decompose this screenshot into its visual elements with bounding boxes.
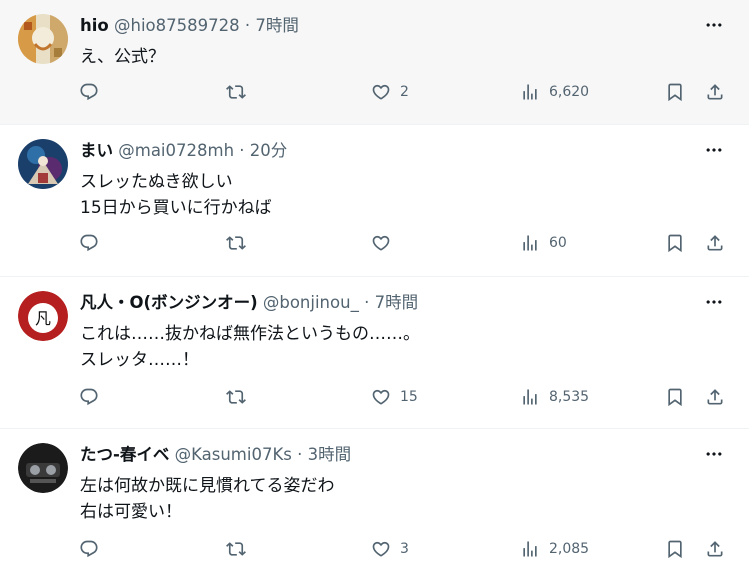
share-icon (705, 387, 725, 407)
action-bar: 60 (0, 233, 749, 263)
tweet-text: スレッたぬき欲しい 15日から買いに行かねば (80, 172, 272, 218)
reply-button[interactable] (79, 387, 99, 407)
user-handle[interactable]: @hio87589728 (114, 16, 240, 35)
tweet-header: まい @mai0728mh · 20分 (80, 140, 287, 162)
avatar[interactable] (18, 14, 68, 64)
display-name[interactable]: まい (80, 141, 113, 160)
like-icon (371, 82, 391, 102)
views-button[interactable]: 6,620 (520, 82, 589, 102)
share-icon (705, 233, 725, 253)
bookmark-button[interactable] (665, 539, 685, 559)
like-icon (371, 539, 391, 559)
bookmark-button[interactable] (665, 233, 685, 253)
share-icon (705, 82, 725, 102)
avatar-glyph: 凡 (35, 309, 51, 328)
separator-dot: · (244, 16, 251, 35)
retweet-button[interactable] (226, 387, 246, 407)
tweet-header: 凡人・O(ボンジンオー) @bonjinou_ · 7時間 (80, 292, 418, 314)
timestamp[interactable]: 20分 (250, 141, 288, 160)
like-button[interactable]: 3 (371, 539, 409, 559)
share-button[interactable] (705, 82, 725, 102)
bookmark-icon (665, 233, 685, 253)
display-name[interactable]: hio (80, 16, 109, 35)
tweet-text: え、公式？ (80, 47, 165, 67)
user-handle[interactable]: @Kasumi07Ks (175, 445, 292, 464)
more-icon[interactable] (701, 289, 727, 315)
view-count: 8,535 (549, 389, 590, 405)
retweet-button[interactable] (226, 539, 246, 559)
view-count: 60 (549, 235, 567, 251)
like-button[interactable]: 15 (371, 387, 418, 407)
reply-icon (79, 539, 99, 559)
views-button[interactable]: 60 (520, 233, 567, 253)
tweet-text: 左は何故か既に見慣れてる姿だわ 右は可愛い！ (80, 476, 335, 522)
reply-button[interactable] (79, 539, 99, 559)
views-icon (520, 387, 540, 407)
like-button[interactable] (371, 233, 400, 253)
tweet[interactable]: hio @hio87589728 · 7時間 え、公式？ 2 6,620 (0, 0, 749, 125)
separator-dot: · (364, 293, 370, 312)
like-button[interactable]: 2 (371, 82, 409, 102)
reply-icon (79, 82, 99, 102)
bookmark-button[interactable] (665, 82, 685, 102)
views-button[interactable]: 8,535 (520, 387, 589, 407)
bookmark-button[interactable] (665, 387, 685, 407)
more-icon[interactable] (701, 12, 727, 38)
views-button[interactable]: 2,085 (520, 539, 589, 559)
tweet-header: たつ-春イベ @Kasumi07Ks · 3時間 (80, 444, 351, 466)
bookmark-icon (665, 82, 685, 102)
bookmark-icon (665, 387, 685, 407)
share-button[interactable] (705, 387, 725, 407)
retweet-icon (226, 82, 246, 102)
reply-button[interactable] (79, 82, 99, 102)
like-count: 3 (400, 541, 409, 557)
tweet-header: hio @hio87589728 · 7時間 (80, 15, 299, 37)
retweet-icon (226, 233, 246, 253)
reply-feed: hio @hio87589728 · 7時間 え、公式？ 2 6,620 まい … (0, 0, 749, 571)
timestamp[interactable]: 3時間 (308, 445, 352, 464)
view-count: 2,085 (549, 541, 590, 557)
separator-dot: · (239, 141, 245, 160)
share-button[interactable] (705, 233, 725, 253)
like-count: 15 (400, 389, 418, 405)
bookmark-icon (665, 539, 685, 559)
views-icon (520, 539, 540, 559)
tweet[interactable]: まい @mai0728mh · 20分 スレッたぬき欲しい 15日から買いに行か… (0, 125, 749, 277)
action-bar: 3 2,085 (0, 539, 749, 569)
retweet-button[interactable] (226, 233, 246, 253)
reply-icon (79, 387, 99, 407)
like-count: 2 (400, 84, 409, 100)
display-name[interactable]: たつ-春イベ (80, 445, 169, 464)
share-icon (705, 539, 725, 559)
reply-icon (79, 233, 99, 253)
more-icon[interactable] (701, 137, 727, 163)
action-bar: 2 6,620 (0, 82, 749, 112)
user-handle[interactable]: @mai0728mh (118, 141, 234, 160)
timestamp[interactable]: 7時間 (255, 16, 299, 35)
separator-dot: · (297, 445, 303, 464)
views-icon (520, 233, 540, 253)
tweet[interactable]: 凡 凡人・O(ボンジンオー) @bonjinou_ · 7時間 これは……抜かね… (0, 277, 749, 429)
tweet[interactable]: たつ-春イベ @Kasumi07Ks · 3時間 左は何故か既に見慣れてる姿だわ… (0, 429, 749, 571)
display-name[interactable]: 凡人・O(ボンジンオー) (80, 293, 258, 312)
user-handle[interactable]: @bonjinou_ (263, 293, 359, 312)
retweet-button[interactable] (226, 82, 246, 102)
like-icon (371, 233, 391, 253)
retweet-icon (226, 387, 246, 407)
views-icon (520, 82, 540, 102)
action-bar: 15 8,535 (0, 387, 749, 417)
avatar[interactable]: 凡 (18, 291, 68, 341)
timestamp[interactable]: 7時間 (375, 293, 419, 312)
share-button[interactable] (705, 539, 725, 559)
avatar[interactable] (18, 139, 68, 189)
retweet-icon (226, 539, 246, 559)
reply-button[interactable] (79, 233, 99, 253)
view-count: 6,620 (549, 84, 590, 100)
like-icon (371, 387, 391, 407)
tweet-text: これは……抜かねば無作法というもの……。 スレッタ……！ (80, 324, 420, 370)
avatar[interactable] (18, 443, 68, 493)
more-icon[interactable] (701, 441, 727, 467)
